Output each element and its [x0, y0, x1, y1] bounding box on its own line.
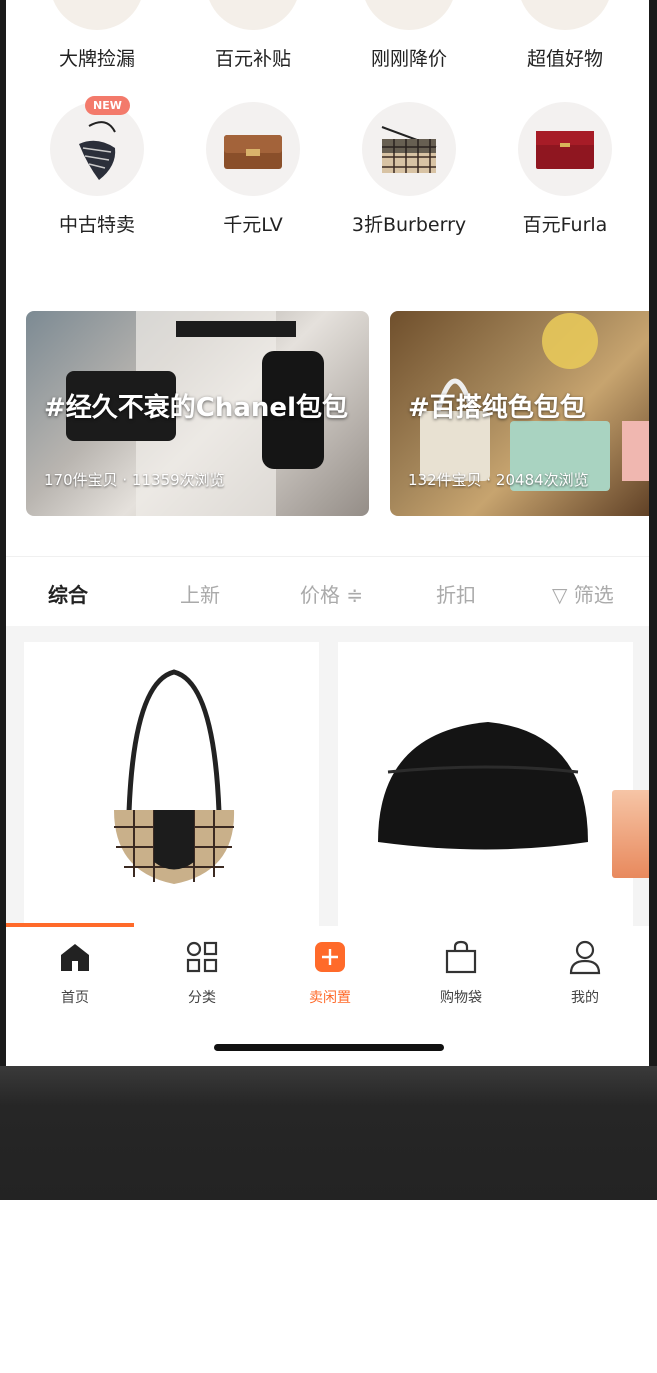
sort-bar: 综合 上新 价格 ≑ 折扣 ▽ 筛选: [6, 556, 649, 626]
category-label: 百元Furla: [522, 214, 608, 236]
category-lv[interactable]: 千元LV: [175, 102, 331, 237]
bag-icon: [50, 0, 144, 30]
category-row-top: 大牌捡漏 百元补贴 刚刚降价 超值好物: [6, 0, 649, 71]
category-item[interactable]: 大牌捡漏: [19, 0, 175, 71]
bag-icon: [518, 0, 612, 30]
category-item[interactable]: 百元补贴: [175, 0, 331, 71]
tab-shopping-bag[interactable]: 购物袋: [416, 939, 506, 1007]
product-card[interactable]: [338, 642, 633, 932]
tab-me[interactable]: 我的: [540, 939, 630, 1007]
banner-title: #经久不衰的Chanel包包: [44, 393, 348, 423]
product-card[interactable]: [24, 642, 319, 932]
banner-title: #百搭纯色包包: [408, 393, 586, 423]
category-vintage[interactable]: NEW 中古特卖: [19, 96, 175, 237]
tab-category[interactable]: 分类: [157, 939, 247, 1007]
sort-price[interactable]: 价格 ≑: [300, 579, 363, 608]
category-label: 大牌捡漏: [58, 48, 135, 70]
plaid-bag-icon: [362, 102, 456, 196]
tab-sell[interactable]: 卖闲置: [285, 939, 375, 1007]
brown-bag-icon: [206, 102, 300, 196]
category-burberry[interactable]: 3折Burberry: [331, 102, 487, 237]
user-icon: [540, 939, 630, 975]
home-indicator: [214, 1044, 444, 1051]
home-icon: [30, 939, 120, 975]
category-item[interactable]: 刚刚降价: [331, 0, 487, 71]
plus-icon: [285, 939, 375, 975]
tab-label: 我的: [571, 990, 599, 1006]
category-furla[interactable]: 百元Furla: [487, 102, 643, 237]
red-bag-icon: [518, 102, 612, 196]
product-grid: [6, 626, 649, 932]
sort-discount[interactable]: 折扣: [436, 579, 476, 608]
topic-banner-chanel[interactable]: #经久不衰的Chanel包包 170件宝贝 · 11359次浏览: [26, 311, 369, 516]
black-dome-pouch-bag-image: [378, 722, 588, 850]
filter-button[interactable]: ▽ 筛选: [552, 579, 614, 608]
category-row: NEW 中古特卖 千元LV 3折Burberry 百元Furla: [6, 96, 649, 237]
category-label: 中古特卖: [58, 214, 135, 236]
category-item[interactable]: 超值好物: [487, 0, 643, 71]
category-label: 3折Burberry: [351, 214, 467, 236]
burberry-plaid-shoulder-bag-image: [114, 669, 235, 884]
tab-label: 购物袋: [440, 990, 482, 1006]
bag-icon: [362, 0, 456, 30]
grid-icon: [157, 939, 247, 975]
new-badge: NEW: [85, 96, 130, 115]
sort-comprehensive[interactable]: 综合: [48, 579, 88, 608]
tab-label: 分类: [188, 990, 216, 1006]
app-screen: 大牌捡漏 百元补贴 刚刚降价 超值好物 NEW 中古特卖 千元LV 3折Burb…: [6, 0, 649, 1066]
category-label: 百元补贴: [214, 48, 291, 70]
tab-home[interactable]: 首页: [30, 939, 120, 1007]
category-label: 刚刚降价: [370, 48, 447, 70]
sort-new[interactable]: 上新: [180, 579, 220, 608]
tab-label: 卖闲置: [309, 990, 351, 1006]
phone-bezel: [0, 1066, 657, 1200]
saddle-bag-icon: [50, 102, 144, 196]
category-label: 超值好物: [526, 48, 603, 70]
shopping-bag-icon: [416, 939, 506, 975]
topic-banner-solid[interactable]: #百搭纯色包包 132件宝贝 · 20484次浏览: [390, 311, 649, 516]
phone-frame: 大牌捡漏 百元补贴 刚刚降价 超值好物 NEW 中古特卖 千元LV 3折Burb…: [0, 0, 657, 1200]
banner-meta: 132件宝贝 · 20484次浏览: [408, 471, 589, 489]
banner-meta: 170件宝贝 · 11359次浏览: [44, 471, 225, 489]
tab-label: 首页: [61, 990, 89, 1006]
floating-coupon-tag[interactable]: [612, 790, 649, 878]
bag-icon: [206, 0, 300, 30]
category-label: 千元LV: [223, 214, 283, 236]
